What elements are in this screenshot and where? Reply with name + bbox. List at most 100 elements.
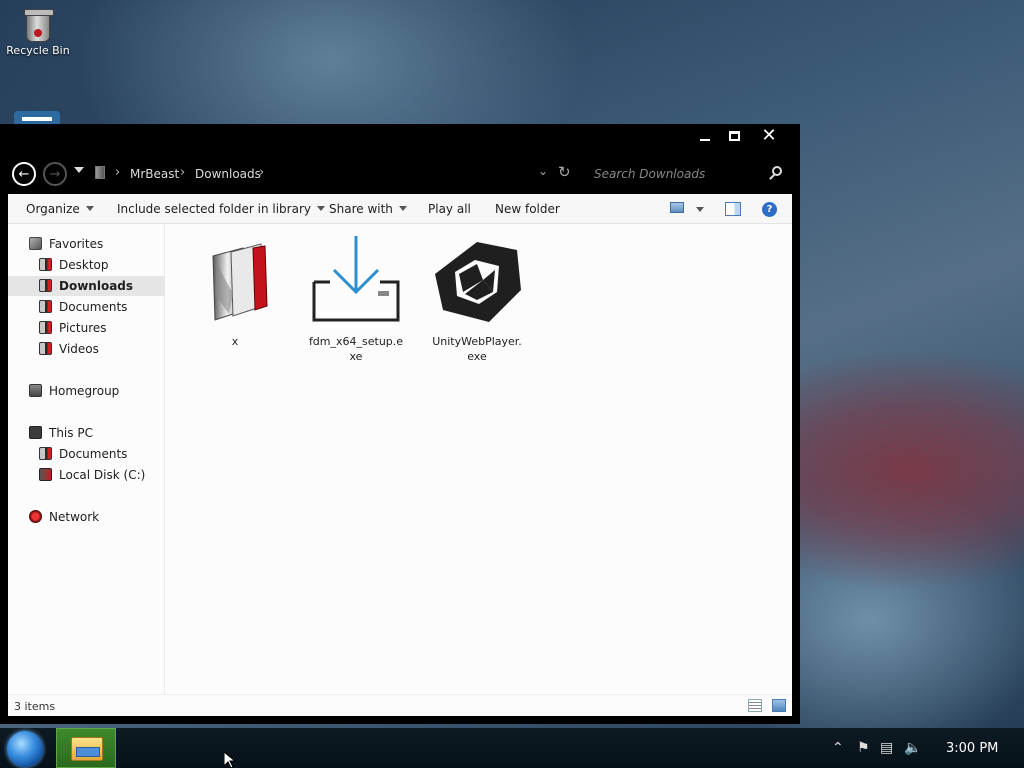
taskbar-file-explorer-button[interactable]	[56, 728, 116, 768]
minimize-icon	[700, 139, 710, 141]
view-options-chevron-down-icon[interactable]	[696, 207, 704, 212]
breadcrumb-mrbeast[interactable]: MrBeast	[130, 167, 179, 181]
nav-item-network[interactable]: Network	[8, 507, 165, 527]
large-icons-view-icon[interactable]	[772, 699, 786, 712]
share-with-menu[interactable]: Share with	[329, 202, 407, 216]
file-explorer-window: ✕ ← → › MrBeast › Downloads › ⌄ ↻ Organi…	[0, 124, 800, 724]
nav-item-local-disk[interactable]: Local Disk (C:)	[8, 465, 165, 485]
search-icon[interactable]	[772, 166, 782, 176]
file-name: UnityWebPlayer.exe	[432, 335, 522, 363]
network-icon[interactable]: ▤	[880, 740, 893, 756]
nav-item-downloads[interactable]: Downloads	[8, 276, 165, 296]
status-bar: 3 items	[8, 694, 792, 716]
nav-item-pc-documents[interactable]: Documents	[8, 444, 165, 464]
close-button[interactable]: ✕	[752, 124, 786, 148]
network-icon	[29, 510, 42, 523]
nav-item-label: Videos	[59, 342, 99, 356]
nav-item-label: This PC	[49, 426, 93, 440]
organize-menu[interactable]: Organize	[26, 202, 94, 216]
volume-icon[interactable]: 🔈	[904, 740, 921, 756]
file-item[interactable]: UnityWebPlayer.exe	[429, 234, 525, 364]
details-view-icon[interactable]	[748, 699, 762, 712]
refresh-icon[interactable]: ↻	[558, 163, 571, 181]
address-history-chevron-icon[interactable]: ⌄	[538, 164, 548, 178]
favorites-icon	[29, 237, 42, 250]
file-explorer-icon	[71, 737, 103, 761]
nav-item-documents[interactable]: Documents	[8, 297, 165, 317]
downloads-folder-icon	[39, 279, 52, 292]
nav-item-label: Pictures	[59, 321, 107, 335]
documents-folder-icon	[39, 300, 52, 313]
show-hidden-icons-icon[interactable]: ⌃	[832, 740, 844, 756]
command-bar: Organize Include selected folder in libr…	[8, 194, 792, 224]
include-in-library-label: Include selected folder in library	[117, 202, 311, 216]
search-box[interactable]	[586, 160, 790, 188]
file-item[interactable]: fdm_x64_setup.exe	[308, 234, 404, 364]
arrow-left-icon: ←	[18, 166, 30, 182]
include-in-library-menu[interactable]: Include selected folder in library	[117, 202, 325, 216]
homegroup-icon	[29, 384, 42, 397]
chevron-right-icon: ›	[115, 165, 121, 180]
nav-item-homegroup[interactable]: Homegroup	[8, 381, 165, 401]
address-row: ← → › MrBeast › Downloads › ⌄ ↻	[0, 160, 800, 188]
desktop-folder-icon	[39, 258, 52, 271]
download-installer-icon	[308, 234, 404, 330]
nav-item-label: Homegroup	[49, 384, 120, 398]
nav-item-desktop[interactable]: Desktop	[8, 255, 165, 275]
action-center-flag-icon[interactable]: ⚑	[857, 740, 870, 756]
maximize-icon	[728, 131, 740, 141]
desktop-icon-label: Recycle Bin	[6, 44, 70, 57]
close-icon: ✕	[761, 125, 777, 146]
recycle-bin-icon	[24, 9, 54, 42]
share-with-label: Share with	[329, 202, 393, 216]
file-list: x fdm_x64_setup.exe UnityWebPlayer.exe	[165, 224, 792, 694]
chevron-right-icon[interactable]: ›	[259, 165, 264, 180]
item-count: 3 items	[14, 700, 56, 713]
file-name: x	[231, 335, 239, 348]
file-item[interactable]: x	[187, 234, 283, 349]
change-view-icon[interactable]	[670, 202, 684, 213]
videos-folder-icon	[39, 342, 52, 355]
nav-item-this-pc[interactable]: This PC	[8, 423, 165, 443]
chevron-right-icon: ›	[180, 165, 186, 180]
folder-app-icon	[187, 234, 283, 330]
nav-item-videos[interactable]: Videos	[8, 339, 165, 359]
maximize-button[interactable]	[717, 124, 751, 148]
back-button[interactable]: ←	[12, 162, 36, 186]
clock[interactable]: 3:00 PM	[946, 741, 998, 756]
preview-pane-icon[interactable]	[725, 202, 741, 216]
nav-item-favorites[interactable]: Favorites	[8, 234, 165, 254]
breadcrumb-downloads[interactable]: Downloads	[195, 167, 261, 181]
pictures-folder-icon	[39, 321, 52, 334]
recent-locations-dropdown[interactable]	[74, 167, 84, 173]
file-name: fdm_x64_setup.exe	[308, 335, 404, 363]
help-icon[interactable]: ?	[762, 202, 777, 217]
search-input[interactable]	[586, 160, 790, 188]
organize-label: Organize	[26, 202, 80, 216]
unity-icon	[429, 234, 525, 330]
nav-item-pictures[interactable]: Pictures	[8, 318, 165, 338]
taskbar: ⌃ ⚑ ▤ 🔈 3:00 PM	[0, 728, 1024, 768]
local-disk-icon	[39, 468, 52, 481]
nav-item-label: Downloads	[59, 279, 134, 293]
nav-item-label: Favorites	[49, 237, 104, 251]
nav-item-label: Network	[49, 510, 100, 524]
new-folder-button[interactable]: New folder	[495, 202, 560, 216]
chevron-down-icon	[316, 206, 325, 211]
this-pc-icon	[29, 426, 42, 439]
forward-button[interactable]: →	[43, 162, 67, 186]
chevron-down-icon	[398, 206, 407, 211]
navigation-pane: Favorites Desktop Downloads Documents Pi…	[8, 224, 165, 694]
nav-item-label: Local Disk (C:)	[59, 468, 146, 482]
start-button[interactable]	[7, 731, 43, 767]
play-all-button[interactable]: Play all	[428, 202, 471, 216]
nav-item-label: Desktop	[59, 258, 109, 272]
nav-item-label: Documents	[59, 300, 128, 314]
nav-item-label: Documents	[59, 447, 128, 461]
desktop-icon-recycle-bin[interactable]: Recycle Bin	[0, 0, 76, 57]
arrow-right-icon: →	[49, 166, 61, 182]
this-pc-icon	[95, 166, 105, 179]
chevron-down-icon	[85, 206, 94, 211]
content-area: Favorites Desktop Downloads Documents Pi…	[8, 224, 792, 694]
documents-folder-icon	[39, 447, 52, 460]
